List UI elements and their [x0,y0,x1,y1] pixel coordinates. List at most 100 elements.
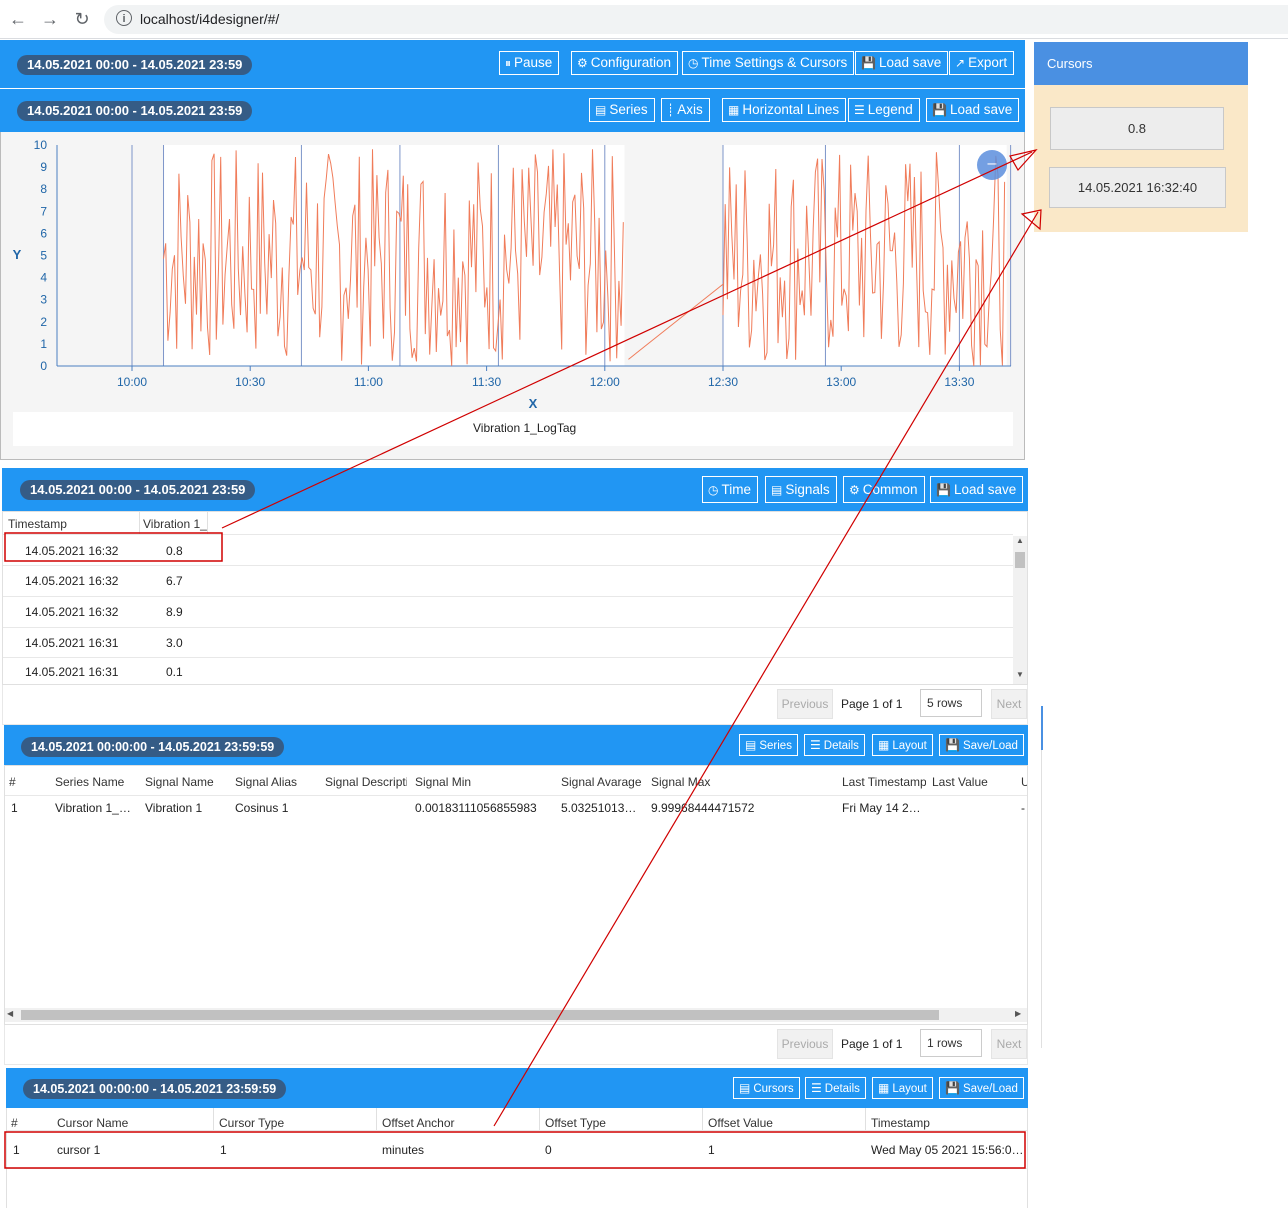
pause-icon: ⏸ [505,56,512,70]
divider [7,1168,1027,1169]
chart-date-range-pill: 14.05.2021 00:00 - 14.05.2021 23:59 [17,101,253,121]
cursors-panel-title: Cursors [1047,56,1093,71]
next-button[interactable]: Next [991,689,1027,719]
cursor-value-box[interactable]: 0.8 [1050,107,1224,150]
table-row[interactable]: 14.05.2021 16:32 8.9 [3,597,1013,627]
scroll-right-icon[interactable]: ▶ [1015,1009,1021,1018]
signals-button[interactable]: ▤ Signals [765,476,837,503]
scroll-left-icon[interactable]: ◀ [7,1009,13,1018]
column-divider [207,512,208,534]
cursor-table-toolbar: 14.05.2021 00:00:00 - 14.05.2021 23:59:5… [6,1068,1028,1108]
panel-edge [1041,750,1042,1048]
scroll-up-icon[interactable]: ▲ [1013,536,1027,545]
configuration-button[interactable]: ⚙ Configuration [571,51,679,75]
floppy-icon: 💾 [861,56,876,70]
common-button[interactable]: ⚙ Common [843,476,925,503]
previous-button[interactable]: Previous [777,689,833,719]
column-header[interactable]: Offset Anchor [382,1116,455,1130]
horizontal-scrollbar[interactable]: ◀ ▶ [5,1008,1027,1022]
x-tick-label: 13:00 [826,375,856,389]
y-tick-label: 4 [40,271,47,285]
vibration-chart[interactable]: 0 1 2 3 4 5 6 7 8 9 10 10:00 10:30 11:00 11:30 12:00 12:… [1,132,1024,458]
cursor-save-load-button[interactable]: 💾 Save/Load [939,1077,1024,1099]
info-icon[interactable]: i [116,10,132,26]
export-button[interactable]: ↗ Export [949,51,1015,75]
rows-per-page-select[interactable]: 1 rows [920,1029,982,1057]
forward-icon[interactable]: → [40,9,60,29]
chart-toolbar: 14.05.2021 00:00 - 14.05.2021 23:59 ▤ Ser… [0,89,1025,132]
axis-button[interactable]: ┊ Axis [661,98,710,122]
series-date-range-pill: 14.05.2021 00:00:00 - 14.05.2021 23:59:5… [21,737,285,757]
column-header[interactable]: Series Name [55,775,140,789]
column-header[interactable]: Cursor Name [57,1116,128,1130]
address-bar[interactable]: i localhost/i4designer/#/ [104,5,1288,34]
column-header[interactable]: U [1021,775,1027,789]
table-row[interactable]: 14.05.2021 16:31 0.1 [3,658,1013,686]
back-icon[interactable]: ← [8,9,28,29]
column-header[interactable]: Timestamp [8,517,67,531]
y-axis-title: Y [13,247,22,262]
table-row[interactable]: 1 cursor 1 1 minutes 0 1 Wed May 05 2021… [7,1132,1027,1166]
cursor-layout-button[interactable]: ▦ Layout [872,1077,933,1099]
column-header[interactable]: # [9,775,16,789]
layout-button[interactable]: ▦ Layout [872,734,933,756]
y-tick-label: 8 [40,182,47,196]
table-row[interactable]: 1 Vibration 1_… Vibration 1 Cosinus 1 0.… [5,796,1027,820]
y-tick-label: 0 [40,359,47,373]
main-toolbar: 14.05.2021 00:00 - 14.05.2021 23:59 ⏸ Pau… [0,40,1025,88]
details-button[interactable]: ☰ Details [804,734,865,756]
table-row[interactable]: 14.05.2021 16:31 3.0 [3,628,1013,658]
scrollbar-thumb[interactable] [21,1010,939,1020]
series-table-series-button[interactable]: ▤ Series [739,734,798,756]
cursor-details-button[interactable]: ☰ Details [805,1077,866,1099]
column-header[interactable]: # [11,1116,18,1130]
series-pagination: Previous Page 1 of 1 1 rows Next [4,1025,1028,1065]
collapse-icon[interactable]: – [977,150,1007,180]
cursors-button[interactable]: ▤ Cursors [733,1077,800,1099]
pause-button[interactable]: ⏸ Pause [499,51,560,75]
y-tick-label: 10 [34,138,48,152]
column-header[interactable]: Signal Max [651,775,831,789]
series-table: # Series Name Signal Name Signal Alias S… [4,765,1028,1025]
legend-button[interactable]: ☰ Legend [848,98,920,122]
column-header[interactable]: Signal Alias [235,775,320,789]
save-load-button[interactable]: 💾 Save/Load [939,734,1024,756]
list-icon: ☰ [811,1081,822,1095]
log-table-toolbar: 14.05.2021 00:00 - 14.05.2021 23:59 ◷ Tim… [2,468,1028,511]
column-header[interactable]: Signal Name [145,775,230,789]
load-save-button[interactable]: 💾 Load save [855,51,949,75]
column-header[interactable]: Timestamp [871,1116,930,1130]
table-row[interactable]: 14.05.2021 16:32 0.8 [3,536,1013,566]
vertical-scrollbar[interactable]: ▲ ▼ [1013,536,1027,684]
column-header[interactable]: Last Value [932,775,1016,789]
floppy-icon: 💾 [932,103,947,117]
column-header[interactable]: Offset Type [545,1116,606,1130]
column-header[interactable]: Signal Min [415,775,555,789]
column-header[interactable]: Vibration 1_ [143,517,207,531]
rows-per-page-select[interactable]: 5 rows [920,689,982,717]
date-range-pill: 14.05.2021 00:00 - 14.05.2021 23:59 [17,55,253,75]
reload-icon[interactable]: ↻ [72,9,92,29]
scrollbar-thumb[interactable] [1015,552,1025,568]
next-button[interactable]: Next [991,1029,1027,1059]
column-header[interactable]: Signal Descripti [325,775,407,789]
chart-load-save-button[interactable]: 💾 Load save [926,98,1020,122]
floppy-icon: 💾 [936,483,951,497]
log-load-save-button[interactable]: 💾 Load save [930,476,1024,503]
time-settings-button[interactable]: ◷ Time Settings & Cursors [682,51,855,75]
column-header[interactable]: Offset Value [708,1116,773,1130]
column-header[interactable]: Cursor Type [219,1116,284,1130]
column-header[interactable]: Signal Avarage [561,775,647,789]
legend-entry[interactable]: Vibration 1_LogTag [473,421,576,435]
column-header[interactable]: Last Timestamp [842,775,926,789]
x-tick-label: 11:00 [354,375,383,389]
horizontal-lines-button[interactable]: ▦ Horizontal Lines [722,98,847,122]
time-button[interactable]: ◷ Time [702,476,758,503]
cursor-timestamp-box[interactable]: 14.05.2021 16:32:40 [1049,167,1226,208]
table-row[interactable]: 14.05.2021 16:32 6.7 [3,566,1013,596]
url-text: localhost/i4designer/#/ [140,11,280,27]
scroll-down-icon[interactable]: ▼ [1013,670,1027,679]
cursor-date-range-pill: 14.05.2021 00:00:00 - 14.05.2021 23:59:5… [23,1079,287,1099]
series-button[interactable]: ▤ Series [589,98,655,122]
previous-button[interactable]: Previous [777,1029,833,1059]
